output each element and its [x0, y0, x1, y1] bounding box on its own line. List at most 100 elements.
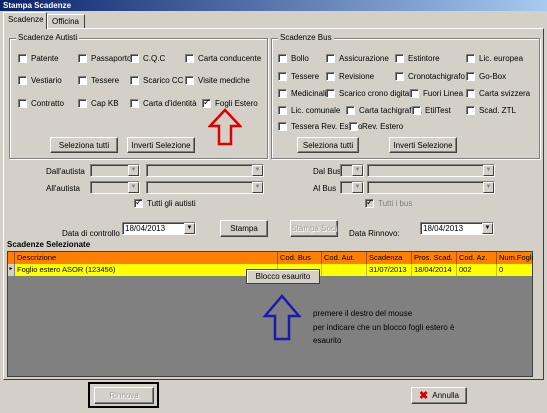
autisti-checkbox-3[interactable]: Carta conducente: [185, 54, 261, 63]
autisti-checkbox-7[interactable]: Visite mediche: [185, 76, 250, 85]
col-descrizione[interactable]: Descrizione: [15, 252, 278, 264]
chevron-down-icon[interactable]: ▼: [128, 182, 139, 193]
from-bus-code-combo[interactable]: ▼: [340, 164, 364, 177]
checkbox-box[interactable]: [130, 76, 139, 85]
checkbox-box[interactable]: [18, 54, 27, 63]
chevron-down-icon[interactable]: ▼: [482, 223, 493, 234]
context-menu-blocco-esaurito[interactable]: Blocco esaurito: [246, 269, 320, 284]
col-cod-aut[interactable]: Cod. Aut.: [322, 252, 367, 264]
all-buses-checkbox[interactable]: Tutti i bus: [365, 197, 412, 208]
col-num-fogli[interactable]: Num.Fogli: [497, 252, 533, 264]
to-driver-code-combo[interactable]: ▼: [90, 181, 140, 194]
bus-checkbox-2[interactable]: Estintore: [395, 54, 440, 63]
cell-cod-aut[interactable]: [322, 264, 367, 276]
checkbox-box[interactable]: [326, 89, 335, 98]
renew-button[interactable]: Rinnova: [94, 387, 154, 404]
autisti-checkbox-6[interactable]: Scarico CC: [130, 76, 183, 85]
cancel-button[interactable]: ✖ Annulla: [411, 387, 467, 404]
checkbox-box[interactable]: [412, 106, 421, 115]
checkbox-box[interactable]: [346, 106, 355, 115]
checkbox-box[interactable]: [202, 97, 211, 108]
print-partners-button[interactable]: Stampa Soci: [290, 220, 338, 237]
bus-checkbox-13[interactable]: Carta tachigrafica: [346, 106, 422, 115]
from-driver-name-combo[interactable]: ▼: [146, 164, 264, 177]
cell-cod-az[interactable]: 002: [457, 264, 497, 276]
chevron-down-icon[interactable]: ▼: [128, 165, 139, 176]
checkbox-box[interactable]: [278, 122, 287, 131]
bus-checkbox-11[interactable]: Carta svizzera: [466, 89, 530, 98]
checkbox-box[interactable]: [278, 89, 287, 98]
autisti-checkbox-9[interactable]: Cap KB: [78, 99, 119, 108]
checkbox-box[interactable]: [130, 54, 139, 63]
checkbox-box[interactable]: [395, 72, 404, 81]
checkbox-box[interactable]: [78, 54, 87, 63]
checkbox-box[interactable]: [18, 76, 27, 85]
cell-descrizione[interactable]: Foglio estero ASOR (123456): [15, 264, 278, 276]
col-scadenza[interactable]: Scadenza: [367, 252, 412, 264]
bus-checkbox-4[interactable]: Tessere: [278, 72, 319, 81]
bus-checkbox-10[interactable]: Fuori Linea: [410, 89, 463, 98]
bus-checkbox-12[interactable]: Lic. comunale: [278, 106, 340, 115]
to-bus-code-combo[interactable]: ▼: [340, 181, 364, 194]
to-bus-name-combo[interactable]: ▼: [367, 181, 495, 194]
checkbox-box[interactable]: [278, 72, 287, 81]
checkbox-box[interactable]: [326, 72, 335, 81]
checkbox-box[interactable]: [395, 54, 404, 63]
bus-invert-button[interactable]: Inverti Selezione: [389, 137, 457, 153]
autisti-checkbox-8[interactable]: Contratto: [18, 99, 64, 108]
bus-checkbox-9[interactable]: Scarico crono digitale: [326, 89, 415, 98]
from-driver-code-combo[interactable]: ▼: [90, 164, 140, 177]
col-cod-az[interactable]: Cod. Az.: [457, 252, 497, 264]
bus-select-all-button[interactable]: Seleziona tutti: [297, 137, 359, 153]
checkbox-box[interactable]: [185, 54, 194, 63]
renew-date-picker[interactable]: 18/04/2013 ▼: [420, 222, 494, 235]
checkbox-box[interactable]: [326, 54, 335, 63]
checkbox-box[interactable]: [466, 54, 475, 63]
checkbox-box[interactable]: [78, 76, 87, 85]
bus-checkbox-6[interactable]: Cronotachigrafo: [395, 72, 465, 81]
checkbox-box[interactable]: [349, 122, 358, 131]
tab-officina[interactable]: Officina: [47, 14, 85, 28]
print-button[interactable]: Stampa: [220, 220, 268, 237]
autisti-checkbox-4[interactable]: Vestiario: [18, 76, 62, 85]
chevron-down-icon[interactable]: ▼: [252, 165, 263, 176]
autisti-checkbox-10[interactable]: Carta d'identità: [130, 99, 197, 108]
checkbox-box[interactable]: [365, 197, 374, 208]
cell-pros-scad[interactable]: 18/04/2014: [412, 264, 457, 276]
checkbox-box[interactable]: [130, 99, 139, 108]
checkbox-box[interactable]: [134, 197, 143, 208]
bus-checkbox-3[interactable]: Lic. europea: [466, 54, 523, 63]
checkbox-box[interactable]: [78, 99, 87, 108]
chevron-down-icon[interactable]: ▼: [483, 182, 494, 193]
checkbox-box[interactable]: [278, 54, 287, 63]
bus-checkbox-17[interactable]: Rev. Estero: [349, 122, 403, 131]
bus-checkbox-8[interactable]: Medicinali: [278, 89, 327, 98]
tab-scadenze[interactable]: Scadenze: [3, 12, 47, 29]
cell-scadenza[interactable]: 31/07/2013: [367, 264, 412, 276]
autisti-invert-button[interactable]: Inverti Selezione: [127, 137, 195, 153]
check-date-picker[interactable]: 18/04/2013 ▼: [122, 222, 196, 235]
checkbox-box[interactable]: [466, 106, 475, 115]
autisti-checkbox-1[interactable]: Passaporto: [78, 54, 131, 63]
checkbox-box[interactable]: [185, 76, 194, 85]
checkbox-box[interactable]: [18, 99, 27, 108]
bus-checkbox-5[interactable]: Revisione: [326, 72, 374, 81]
checkbox-box[interactable]: [278, 106, 287, 115]
chevron-down-icon[interactable]: ▼: [483, 165, 494, 176]
chevron-down-icon[interactable]: ▼: [352, 182, 363, 193]
checkbox-box[interactable]: [466, 72, 475, 81]
col-cod-bus[interactable]: Cod. Bus: [278, 252, 322, 264]
autisti-checkbox-0[interactable]: Patente: [18, 54, 59, 63]
checkbox-box[interactable]: [410, 89, 419, 98]
bus-checkbox-15[interactable]: Scad. ZTL: [466, 106, 516, 115]
autisti-checkbox-5[interactable]: Tessere: [78, 76, 119, 85]
chevron-down-icon[interactable]: ▼: [252, 182, 263, 193]
autisti-checkbox-2[interactable]: C.Q.C: [130, 54, 165, 63]
bus-checkbox-0[interactable]: Bollo: [278, 54, 309, 63]
checkbox-box[interactable]: [466, 89, 475, 98]
autisti-select-all-button[interactable]: Seleziona tutti: [50, 137, 118, 153]
cell-num-fogli[interactable]: 0: [497, 264, 532, 276]
bus-checkbox-1[interactable]: Assicurazione: [326, 54, 389, 63]
chevron-down-icon[interactable]: ▼: [352, 165, 363, 176]
bus-checkbox-14[interactable]: EtilTest: [412, 106, 451, 115]
